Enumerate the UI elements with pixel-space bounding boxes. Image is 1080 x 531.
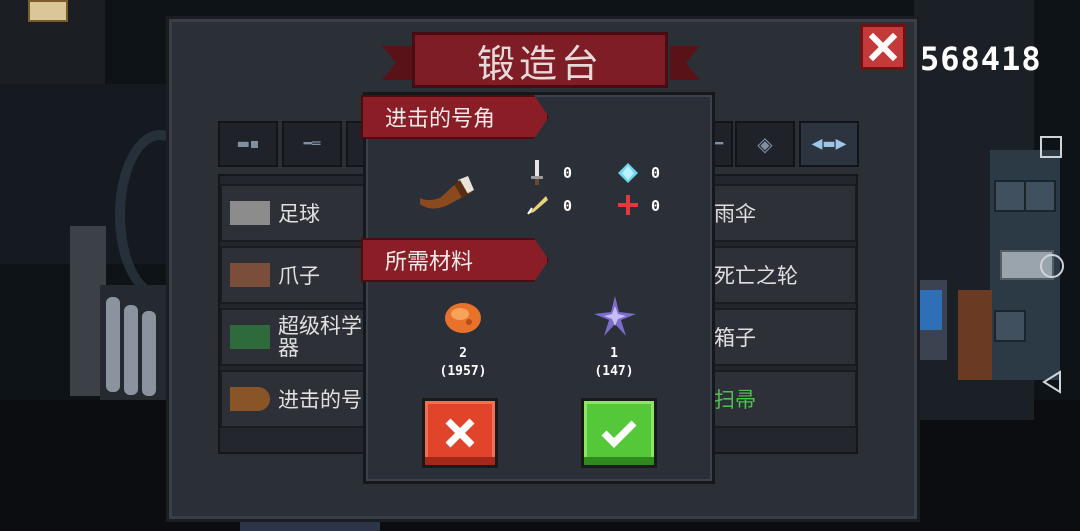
item-detail-popup [363,92,715,484]
fish-icon: ◀▬▶ [811,136,847,152]
precision-crosshair-icon [618,195,638,215]
pistol-icon: ▬▪ [236,136,260,152]
cancel-x-icon [445,418,475,448]
tab-fish[interactable]: ◀▬▶ [799,121,859,167]
material-2-count: 1 (147) [582,345,646,381]
item-name: 进击的号角 [385,107,496,132]
material-2-need: 1 [610,346,618,361]
gas-tanks [100,285,166,400]
list-item[interactable]: 超级科学 器 [220,308,365,366]
precision-value: 0 [651,197,661,215]
list-item[interactable]: 爪子 [220,246,365,304]
confirm-button[interactable] [581,398,657,468]
home-button[interactable] [1040,254,1064,278]
item-name-ribbon: 进击的号角 [361,95,549,139]
football-item-icon [230,201,270,225]
checkmark-icon [601,420,637,448]
material-2-have: (147) [594,364,634,379]
list-item[interactable]: 箱子 [712,308,857,366]
material-1-have: (1957) [439,364,487,379]
feather-icon [527,196,548,215]
tab-rifle[interactable]: ━═ [282,121,342,167]
back-button[interactable] [1040,370,1064,394]
rifle-icon: ━═ [303,136,321,152]
ore-material-icon [445,303,481,333]
list-item-label: 雨伞 [714,202,756,226]
laser-icon: ━ [714,136,724,152]
list-item[interactable]: 进击的号 [220,370,365,428]
horn-icon [420,176,474,209]
list-item-label: 箱子 [714,326,756,350]
list-item[interactable]: 扫帚 [712,370,857,428]
list-item-label: 爪子 [278,264,320,288]
material-1-need: 2 [459,346,467,361]
list-item-label: 进击的号 [278,388,362,412]
crosshair-icon: ◈ [757,132,773,156]
close-icon [869,33,897,61]
close-button[interactable] [860,24,906,70]
horn-item-icon [230,387,270,411]
notice-board [28,0,68,22]
list-item-label: 死亡之轮 [714,264,798,288]
page-title: 锻造台 [412,32,668,88]
damage-value: 0 [563,164,573,182]
energy-value: 0 [651,164,661,182]
list-item-label: 足球 [278,202,320,226]
materials-title: 所需材料 [385,250,474,275]
recent-apps-button[interactable] [1040,136,1062,158]
list-item-label: 超级科学 器 [278,314,362,360]
gem-count: 568418 [920,40,1042,78]
tab-crosshair[interactable]: ◈ [735,121,795,167]
science-item-icon [230,325,270,349]
list-item[interactable]: 雨伞 [712,184,857,242]
materials-ribbon: 所需材料 [361,238,549,282]
list-item[interactable]: 死亡之轮 [712,246,857,304]
sword-icon [531,160,543,185]
cancel-button[interactable] [422,398,498,468]
list-item-label: 扫帚 [714,388,756,412]
material-1-count: 2 (1957) [431,345,495,381]
crystal-material-icon [594,296,636,336]
tab-pistol[interactable]: ▬▪ [218,121,278,167]
energy-crystal-icon [618,163,638,183]
list-item[interactable]: 足球 [220,184,365,242]
tool-rack [958,290,992,380]
claw-item-icon [230,263,270,287]
crit-value: 0 [563,197,573,215]
